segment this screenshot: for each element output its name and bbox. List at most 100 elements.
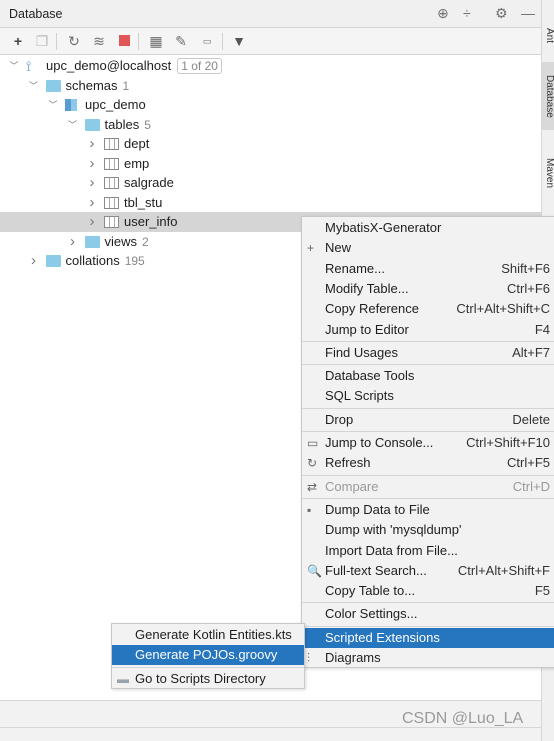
menu-item-compare[interactable]: ⇄ Compare Ctrl+D xyxy=(302,477,554,497)
side-tab-maven[interactable]: Maven xyxy=(542,158,554,188)
menu-item-full-text-search[interactable]: 🔍 Full-text Search... Ctrl+Alt+Shift+F xyxy=(302,561,554,581)
minimize-icon[interactable]: — xyxy=(521,5,535,21)
search-icon: 🔍 xyxy=(307,563,322,578)
shortcut-label: F4 xyxy=(534,321,550,337)
menu-item-copy-reference[interactable]: Copy Reference Ctrl+Alt+Shift+C xyxy=(302,299,554,319)
tree-node-label: dept xyxy=(124,136,150,151)
refresh-icon[interactable]: ↻ xyxy=(65,32,83,50)
menu-item-scripted-extensions[interactable]: Scripted Extensions› xyxy=(302,627,554,648)
tree-node[interactable]: ﹀ tables 5 xyxy=(0,115,541,135)
console-icon: ▭ xyxy=(307,436,319,450)
menu-item-label: Go to Scripts Directory xyxy=(135,670,266,686)
connection-badge: 1 of 20 xyxy=(177,58,222,74)
menu-item-label: Jump to Editor xyxy=(325,321,409,337)
chevron-right-icon[interactable]: › xyxy=(86,212,98,232)
side-tab-ant[interactable]: Ant xyxy=(542,28,554,43)
menu-item-modify-table[interactable]: Modify Table... Ctrl+F6 xyxy=(302,279,554,299)
menu-item-database-tools[interactable]: Database Tools› xyxy=(302,366,554,386)
menu-item-generate-kotlin-entities-kts[interactable]: Generate Kotlin Entities.kts xyxy=(112,625,304,645)
filter-icon[interactable]: ▼ xyxy=(230,32,248,50)
menu-item-label: Generate Kotlin Entities.kts xyxy=(135,627,292,642)
menu-item-sql-scripts[interactable]: SQL Scripts› xyxy=(302,386,554,406)
chevron-right-icon[interactable]: › xyxy=(86,134,98,154)
menu-item-jump-to-console[interactable]: ▭ Jump to Console... Ctrl+Shift+F10 xyxy=(302,433,554,453)
folder-icon xyxy=(45,79,61,92)
menu-item-jump-to-editor[interactable]: Jump to Editor F4 xyxy=(302,320,554,340)
shortcut-label: Ctrl+Shift+F10 xyxy=(466,435,550,450)
menu-item-dump-data-to-file[interactable]: ▪Dump Data to File› xyxy=(302,500,554,520)
side-tab-database[interactable]: Database xyxy=(542,62,554,130)
collapse-icon[interactable]: ÷ xyxy=(463,5,471,21)
table-icon xyxy=(104,157,119,170)
tree-node[interactable]: › salgrade xyxy=(0,173,541,193)
gear-icon[interactable]: ⚙ xyxy=(495,5,508,22)
menu-item-refresh[interactable]: ↻ Refresh Ctrl+F5 xyxy=(302,453,554,473)
menu-item-label: Compare xyxy=(325,478,379,494)
menu-item-label: Refresh xyxy=(325,455,371,471)
menu-item-generate-pojos-groovy[interactable]: Generate POJOs.groovy xyxy=(112,645,304,666)
table-icon xyxy=(104,177,119,189)
tree-node-label: emp xyxy=(124,155,150,171)
tree-node[interactable]: › dept xyxy=(0,134,541,154)
chevron-down-icon[interactable]: ﹀ xyxy=(47,95,59,115)
plus-icon: + xyxy=(307,241,315,256)
menu-separator xyxy=(302,340,554,342)
schema-tools-icon[interactable]: ≋ xyxy=(90,32,108,50)
menu-item-diagrams[interactable]: ⫶Diagrams› xyxy=(302,648,554,668)
menu-item-drop[interactable]: Drop Delete xyxy=(302,410,554,430)
tree-node[interactable]: › emp xyxy=(0,154,541,174)
menu-item-label: Find Usages xyxy=(325,344,398,360)
folder-icon xyxy=(45,255,61,267)
menu-item-label: Dump with 'mysqldump' xyxy=(325,522,462,538)
menu-item-label: Database Tools xyxy=(325,368,415,384)
table-icon xyxy=(104,138,119,150)
menu-item-label: Diagrams xyxy=(325,650,381,665)
diagram-icon: ⫶ xyxy=(307,651,311,665)
tree-node-label: views xyxy=(104,233,138,249)
tree-node[interactable]: ﹀ upc_demo xyxy=(0,95,541,115)
child-count: 5 xyxy=(144,117,151,132)
tree-node[interactable]: ﹀ ⟟ upc_demo@localhost 1 of 20 xyxy=(0,56,541,76)
table-icon xyxy=(104,196,119,209)
table-icon[interactable]: ▦ xyxy=(147,32,165,50)
shortcut-label: Alt+F7 xyxy=(512,344,550,360)
menu-item-label: MybatisX-Generator xyxy=(325,220,442,235)
menu-item-new[interactable]: +New› xyxy=(302,238,554,258)
add-icon[interactable]: + xyxy=(9,32,27,50)
stop-icon[interactable] xyxy=(115,32,133,50)
menu-item-import-data-from-file[interactable]: Import Data from File... xyxy=(302,541,554,561)
menu-separator xyxy=(302,602,554,604)
edit-icon[interactable]: ✎ xyxy=(172,32,190,50)
chevron-right-icon[interactable]: › xyxy=(67,232,79,252)
menu-item-label: New xyxy=(325,240,352,256)
duplicate-icon[interactable]: ❐ xyxy=(33,32,51,50)
menu-item-find-usages[interactable]: Find Usages Alt+F7 xyxy=(302,343,554,363)
menu-item-go-to-scripts-directory[interactable]: ▬ Go to Scripts Directory xyxy=(112,669,304,689)
tree-node[interactable]: › tbl_stu xyxy=(0,193,541,213)
console-icon[interactable]: ▭ xyxy=(198,32,216,50)
chevron-right-icon[interactable]: › xyxy=(28,251,40,271)
child-count: 2 xyxy=(142,234,149,249)
crosshair-icon[interactable]: ⊕ xyxy=(437,5,449,22)
shortcut-label: Delete xyxy=(512,411,550,427)
chevron-down-icon[interactable]: ﹀ xyxy=(8,56,20,76)
chevron-down-icon[interactable]: ﹀ xyxy=(28,76,40,96)
chevron-right-icon[interactable]: › xyxy=(86,193,98,213)
menu-item-color-settings[interactable]: Color Settings... xyxy=(302,604,554,624)
tree-node-label: upc_demo@localhost xyxy=(46,58,172,73)
menu-item-label: Copy Reference xyxy=(325,301,419,317)
tree-node[interactable]: ﹀ schemas 1 xyxy=(0,76,541,96)
chevron-down-icon[interactable]: ﹀ xyxy=(67,115,79,135)
chevron-right-icon[interactable]: › xyxy=(86,154,98,174)
menu-item-rename[interactable]: Rename... Shift+F6 xyxy=(302,259,554,279)
menu-item-copy-table-to[interactable]: Copy Table to... F5 xyxy=(302,581,554,601)
shortcut-label: Ctrl+D xyxy=(512,478,550,494)
shortcut-label: Ctrl+F6 xyxy=(507,280,550,296)
chevron-right-icon[interactable]: › xyxy=(86,173,98,193)
menu-separator xyxy=(302,625,554,627)
refresh-icon: ↻ xyxy=(307,456,318,471)
menu-item-mybatisx-generator[interactable]: MybatisX-Generator xyxy=(302,218,554,238)
menu-item-dump-with-mysqldump[interactable]: Dump with 'mysqldump' xyxy=(302,520,554,540)
database-panel-header: Database ⊕ ÷ ⚙ — xyxy=(0,0,541,28)
tree-node-label: salgrade xyxy=(124,175,174,190)
